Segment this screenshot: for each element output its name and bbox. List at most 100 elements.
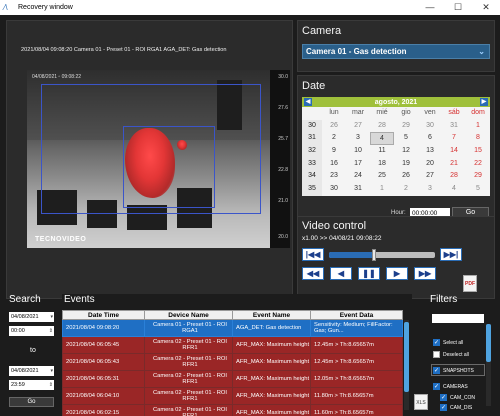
xls-export-icon[interactable]: XLS bbox=[414, 394, 428, 410]
calendar-day[interactable]: 2 bbox=[322, 132, 346, 145]
filter-search-input[interactable] bbox=[432, 314, 484, 323]
checkbox-icon: ✓ bbox=[440, 404, 447, 411]
column-header[interactable]: Date Time bbox=[62, 310, 145, 320]
maximize-button[interactable]: ☐ bbox=[444, 0, 472, 15]
events-scrollbar[interactable] bbox=[404, 320, 409, 410]
calendar-day[interactable]: 4 bbox=[442, 183, 466, 196]
calendar-day[interactable]: 25 bbox=[370, 170, 394, 183]
search-from-date[interactable]: 04/08/2021 ▾ bbox=[9, 312, 54, 322]
calendar-day[interactable]: 12 bbox=[394, 145, 418, 158]
calendar-day[interactable]: 28 bbox=[442, 170, 466, 183]
calendar-day[interactable]: 22 bbox=[466, 158, 490, 171]
calendar-day[interactable]: 24 bbox=[346, 170, 370, 183]
event-name: AFR_MAX: Maximum height bbox=[232, 353, 311, 371]
event-row-selected[interactable]: 2021/08/04 09:08:20 Camera 01 - Preset 0… bbox=[62, 319, 403, 337]
rewind-button[interactable]: ◀◀ bbox=[302, 267, 324, 280]
checkbox-icon: ✓ bbox=[433, 339, 440, 346]
pause-button[interactable]: ❚❚ bbox=[358, 267, 380, 280]
search-to-date[interactable]: 04/08/2021 ▾ bbox=[9, 366, 54, 376]
calendar-day[interactable]: 16 bbox=[322, 158, 346, 171]
event-device: Camera 02 - Preset 01 - ROI RFR1 bbox=[144, 370, 233, 388]
search-to-time[interactable]: 23:59 ⇕ bbox=[9, 380, 54, 390]
minimize-button[interactable]: — bbox=[416, 0, 444, 15]
calendar-day[interactable]: 27 bbox=[346, 120, 370, 133]
search-from-date-value: 04/08/2021 bbox=[11, 314, 39, 320]
calendar-day[interactable]: 30 bbox=[418, 120, 442, 133]
calendar-day[interactable]: 1 bbox=[466, 120, 490, 133]
calendar-day[interactable]: 7 bbox=[442, 132, 466, 145]
calendar-day[interactable]: 9 bbox=[322, 145, 346, 158]
cameras-filter[interactable]: ✓ CAMERAS bbox=[433, 383, 468, 390]
event-row[interactable]: 2021/08/04 06:04:10 Camera 02 - Preset 0… bbox=[62, 387, 403, 405]
calendar-day[interactable]: 8 bbox=[466, 132, 490, 145]
skip-previous-button[interactable]: |◀◀ bbox=[302, 248, 324, 261]
calendar-day[interactable]: 30 bbox=[322, 183, 346, 196]
event-time: 2021/08/04 09:08:20 bbox=[62, 319, 145, 337]
calendar-day[interactable]: 20 bbox=[418, 158, 442, 171]
column-header[interactable]: Event Name bbox=[232, 310, 311, 320]
video-panel: 2021/08/04 09:08:20 Camera 01 - Preset 0… bbox=[6, 20, 293, 299]
calendar-day[interactable]: 11 bbox=[370, 145, 394, 158]
calendar-day[interactable]: 10 bbox=[346, 145, 370, 158]
calendar-day[interactable]: 17 bbox=[346, 158, 370, 171]
camera-select[interactable]: Camera 01 - Gas detection ⌄ bbox=[302, 44, 490, 59]
filters-panel: Filters ✓ Select all Deselect all ✓ SNAP… bbox=[428, 294, 498, 412]
calendar-day[interactable]: 29 bbox=[394, 120, 418, 133]
calendar-day[interactable]: 5 bbox=[466, 183, 490, 196]
calendar-day[interactable]: 5 bbox=[394, 132, 418, 145]
calendar-day[interactable]: 26 bbox=[322, 120, 346, 133]
event-row[interactable]: 2021/08/04 06:05:31 Camera 02 - Preset 0… bbox=[62, 370, 403, 388]
calendar-day[interactable]: 31 bbox=[442, 120, 466, 133]
event-row[interactable]: 2021/08/04 06:05:43 Camera 02 - Preset 0… bbox=[62, 353, 403, 371]
calendar-day[interactable]: 19 bbox=[394, 158, 418, 171]
calendar-day[interactable]: 13 bbox=[418, 145, 442, 158]
close-button[interactable]: ✕ bbox=[472, 0, 500, 15]
calendar-day-selected[interactable]: 4 bbox=[370, 132, 394, 146]
calendar-day[interactable]: 21 bbox=[442, 158, 466, 171]
calendar-day[interactable]: 15 bbox=[466, 145, 490, 158]
calendar-day[interactable]: 31 bbox=[346, 183, 370, 196]
search-from-time[interactable]: 00:00 ⇕ bbox=[9, 326, 54, 336]
cam-con-filter[interactable]: ✓ CAM_CON bbox=[440, 394, 475, 401]
day-of-week: lun bbox=[329, 109, 339, 116]
calendar-day[interactable]: 29 bbox=[466, 170, 490, 183]
step-back-button[interactable]: ◀ bbox=[330, 267, 352, 280]
filters-scroll-thumb[interactable] bbox=[486, 324, 491, 362]
calendar-day[interactable]: 3 bbox=[418, 183, 442, 196]
calendar-day[interactable]: 14 bbox=[442, 145, 466, 158]
scale-tick: 30.0 bbox=[278, 74, 288, 80]
prev-month-button[interactable]: ◀ bbox=[304, 98, 312, 106]
deselect-all-option[interactable]: Deselect all bbox=[433, 351, 469, 358]
cameras-label: CAMERAS bbox=[443, 383, 468, 390]
cam-dis-filter[interactable]: ✓ CAM_DIS bbox=[440, 404, 472, 411]
calendar-day[interactable]: 18 bbox=[370, 158, 394, 171]
pdf-export-icon[interactable]: PDF bbox=[463, 275, 477, 292]
next-month-button[interactable]: ▶ bbox=[479, 98, 488, 106]
video-frame[interactable]: 04/08/2021 ▫ 09:08:22 TECNOVIDEO 30.0 27… bbox=[27, 70, 290, 248]
date-title: Date bbox=[302, 80, 326, 92]
calendar-day[interactable]: 1 bbox=[370, 183, 394, 196]
calendar-day[interactable]: 3 bbox=[346, 132, 370, 145]
skip-next-button[interactable]: ▶▶| bbox=[440, 248, 462, 261]
event-row[interactable]: 2021/08/04 06:05:45 Camera 02 - Preset 0… bbox=[62, 336, 403, 354]
calendar-day[interactable]: 2 bbox=[394, 183, 418, 196]
filters-scrollbar[interactable] bbox=[486, 324, 491, 406]
events-scroll-thumb[interactable] bbox=[404, 322, 409, 392]
column-header[interactable]: Event Data bbox=[310, 310, 403, 320]
play-button[interactable]: ▶ bbox=[386, 267, 408, 280]
select-all-option[interactable]: ✓ Select all bbox=[433, 339, 463, 346]
calendar-day[interactable]: 27 bbox=[418, 170, 442, 183]
seek-thumb[interactable] bbox=[371, 248, 376, 261]
week-number: 35 bbox=[302, 183, 322, 196]
calendar-day[interactable]: 23 bbox=[322, 170, 346, 183]
column-header[interactable]: Device Name bbox=[144, 310, 233, 320]
calendar-day[interactable]: 26 bbox=[394, 170, 418, 183]
event-row[interactable]: 2021/08/04 06:02:15 Camera 02 - Preset 0… bbox=[62, 404, 403, 416]
calendar-day[interactable]: 28 bbox=[370, 120, 394, 133]
snapshots-filter[interactable]: ✓ SNAPSHOTS bbox=[433, 367, 474, 374]
day-of-week: mar bbox=[351, 109, 365, 116]
fast-forward-button[interactable]: ▶▶ bbox=[414, 267, 436, 280]
calendar-day[interactable]: 6 bbox=[418, 132, 442, 145]
seek-slider[interactable] bbox=[329, 248, 435, 261]
search-go-button[interactable]: Go bbox=[9, 397, 54, 407]
